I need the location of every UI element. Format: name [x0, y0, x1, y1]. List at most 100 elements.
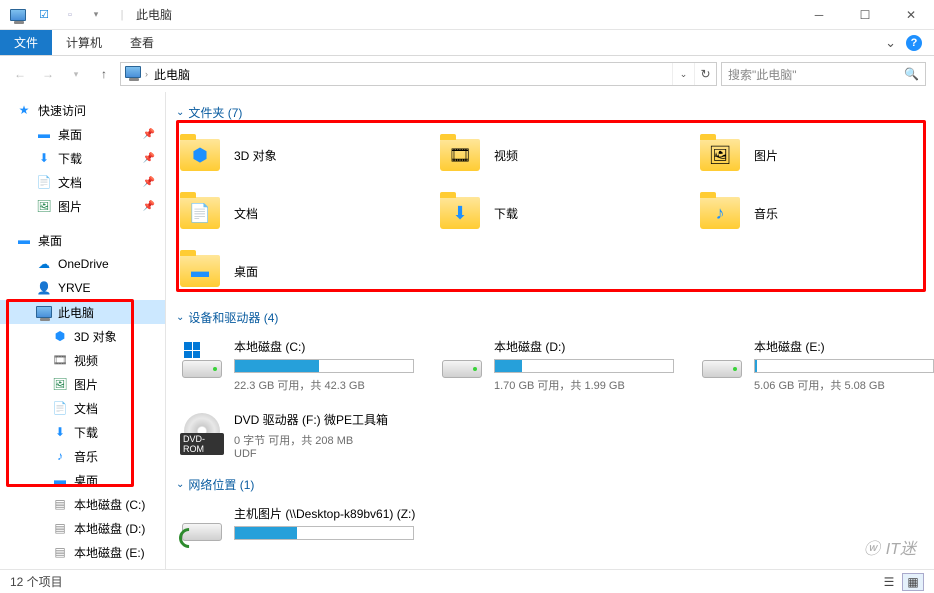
sidebar-item-drive-c[interactable]: ▤本地磁盘 (C:) [0, 492, 165, 516]
window-title: 此电脑 [136, 6, 172, 23]
folder-3d[interactable]: ⬢3D 对象 [176, 129, 426, 181]
drive-icon: ▤ [52, 520, 68, 536]
sidebar-item-3d[interactable]: ⬢3D 对象 [0, 324, 165, 348]
view-details-button[interactable]: ☰ [878, 573, 900, 591]
music-icon: ♪ [52, 448, 68, 464]
address-dropdown-icon[interactable]: ⌄ [672, 63, 694, 85]
search-input[interactable]: 搜索"此电脑" 🔍 [721, 62, 926, 86]
wechat-icon: ⓦ [864, 535, 880, 559]
sidebar-desktop[interactable]: ▬桌面 [0, 228, 165, 252]
drive-dvd[interactable]: DVD-ROM DVD 驱动器 (F:) 微PE工具箱0 字节 可用，共 208… [176, 407, 426, 464]
folder-pictures[interactable]: 🖼图片 [696, 129, 934, 181]
folder-desktop[interactable]: ▬桌面 [176, 245, 426, 297]
group-header-folders[interactable]: ⌄ 文件夹 (7) [176, 104, 924, 121]
folder-music[interactable]: ♪音乐 [696, 187, 934, 239]
sidebar-quick-access[interactable]: ★ 快速访问 [0, 98, 165, 122]
drive-icon [180, 338, 224, 382]
sidebar-item-downloads[interactable]: ⬇下载 [0, 420, 165, 444]
chevron-down-icon: ⌄ [176, 107, 184, 118]
chevron-down-icon: ⌄ [176, 479, 184, 490]
usage-bar [494, 359, 674, 373]
group-header-devices[interactable]: ⌄ 设备和驱动器 (4) [176, 309, 924, 326]
folder-icon: 📄 [180, 191, 224, 235]
usage-bar [234, 359, 414, 373]
network-drive-icon [180, 505, 224, 549]
3d-icon: ⬢ [52, 328, 68, 344]
sidebar-item-drive-d[interactable]: ▤本地磁盘 (D:) [0, 516, 165, 540]
folder-documents[interactable]: 📄文档 [176, 187, 426, 239]
sidebar-item-downloads-q[interactable]: ⬇下载📌 [0, 146, 165, 170]
address-bar[interactable]: › 此电脑 ⌄ ↻ [120, 62, 717, 86]
sidebar-item-onedrive[interactable]: ☁OneDrive [0, 252, 165, 276]
sidebar-item-video[interactable]: 🎞视频 [0, 348, 165, 372]
view-buttons: ☰ ▦ [878, 573, 924, 591]
drive-grid: 本地磁盘 (C:)22.3 GB 可用，共 42.3 GB 本地磁盘 (D:)1… [176, 334, 924, 464]
address-pc-icon [125, 66, 141, 82]
tab-computer[interactable]: 计算机 [52, 30, 116, 55]
folder-icon: ▬ [180, 249, 224, 293]
back-button[interactable]: ← [8, 62, 32, 86]
pin-icon: 📌 [143, 177, 155, 188]
sidebar-item-documents-q[interactable]: 📄文档📌 [0, 170, 165, 194]
video-icon: 🎞 [52, 352, 68, 368]
network-drive-z[interactable]: 主机图片 (\\Desktop-k89bv61) (Z:) [176, 501, 426, 553]
refresh-button[interactable]: ↻ [694, 63, 716, 85]
qat-pc-icon[interactable] [8, 5, 28, 25]
help-icon[interactable]: ? [906, 35, 922, 51]
picture-icon: 🖼 [36, 198, 52, 214]
network-grid: 主机图片 (\\Desktop-k89bv61) (Z:) [176, 501, 924, 553]
desktop-icon: ▬ [36, 126, 52, 142]
view-tiles-button[interactable]: ▦ [902, 573, 924, 591]
watermark: ⓦ IT迷 [864, 535, 916, 559]
sidebar-item-documents[interactable]: 📄文档 [0, 396, 165, 420]
star-icon: ★ [16, 102, 32, 118]
sidebar-item-pictures-q[interactable]: 🖼图片📌 [0, 194, 165, 218]
drive-d[interactable]: 本地磁盘 (D:)1.70 GB 可用，共 1.99 GB [436, 334, 686, 397]
folder-icon: ♪ [700, 191, 744, 235]
navigation-bar: ← → ▾ ↑ › 此电脑 ⌄ ↻ 搜索"此电脑" 🔍 [0, 56, 934, 92]
pin-icon: 📌 [143, 129, 155, 140]
qat-properties-icon[interactable]: ☑ [34, 5, 54, 25]
content-pane: ⌄ 文件夹 (7) ⬢3D 对象 🎞视频 🖼图片 📄文档 ⬇下载 ♪音乐 ▬桌面… [166, 92, 934, 569]
sidebar-item-desktop-q[interactable]: ▬桌面📌 [0, 122, 165, 146]
tab-file[interactable]: 文件 [0, 30, 52, 55]
folder-icon: ⬢ [180, 133, 224, 177]
qat-new-icon[interactable]: ▫ [60, 5, 80, 25]
tab-view[interactable]: 查看 [116, 30, 168, 55]
navigation-pane: ★ 快速访问 ▬桌面📌 ⬇下载📌 📄文档📌 🖼图片📌 ▬桌面 ☁OneDrive… [0, 92, 166, 569]
minimize-button[interactable]: ─ [796, 0, 842, 30]
folder-video[interactable]: 🎞视频 [436, 129, 686, 181]
qat-dropdown-icon[interactable]: ▾ [86, 5, 106, 25]
drive-c[interactable]: 本地磁盘 (C:)22.3 GB 可用，共 42.3 GB [176, 334, 426, 397]
folder-icon: 🖼 [700, 133, 744, 177]
document-icon: 📄 [36, 174, 52, 190]
download-icon: ⬇ [36, 150, 52, 166]
window-controls: ─ ☐ ✕ [796, 0, 934, 30]
close-button[interactable]: ✕ [888, 0, 934, 30]
group-header-network[interactable]: ⌄ 网络位置 (1) [176, 476, 924, 493]
user-icon: 👤 [36, 280, 52, 296]
up-button[interactable]: ↑ [92, 62, 116, 86]
picture-icon: 🖼 [52, 376, 68, 392]
drive-icon: ▤ [52, 496, 68, 512]
drive-e[interactable]: 本地磁盘 (E:)5.06 GB 可用，共 5.08 GB [696, 334, 934, 397]
maximize-button[interactable]: ☐ [842, 0, 888, 30]
pin-icon: 📌 [143, 153, 155, 164]
sidebar-item-this-pc[interactable]: 此电脑 [0, 300, 165, 324]
usage-bar [754, 359, 934, 373]
breadcrumb[interactable]: 此电脑 [148, 66, 196, 83]
sidebar-item-desktop-pc[interactable]: ▬桌面 [0, 468, 165, 492]
item-count: 12 个项目 [10, 573, 63, 590]
sidebar-item-drive-e[interactable]: ▤本地磁盘 (E:) [0, 540, 165, 564]
sidebar-item-pictures[interactable]: 🖼图片 [0, 372, 165, 396]
sidebar-item-user[interactable]: 👤YRVE [0, 276, 165, 300]
sidebar-item-music[interactable]: ♪音乐 [0, 444, 165, 468]
recent-dropdown-icon[interactable]: ▾ [64, 62, 88, 86]
ribbon-tabs: 文件 计算机 查看 ⌄ ? [0, 30, 934, 56]
dvd-icon: DVD-ROM [180, 411, 224, 455]
search-icon: 🔍 [904, 67, 919, 81]
document-icon: 📄 [52, 400, 68, 416]
forward-button[interactable]: → [36, 62, 60, 86]
folder-downloads[interactable]: ⬇下载 [436, 187, 686, 239]
ribbon-collapse-icon[interactable]: ⌄ [885, 35, 896, 51]
